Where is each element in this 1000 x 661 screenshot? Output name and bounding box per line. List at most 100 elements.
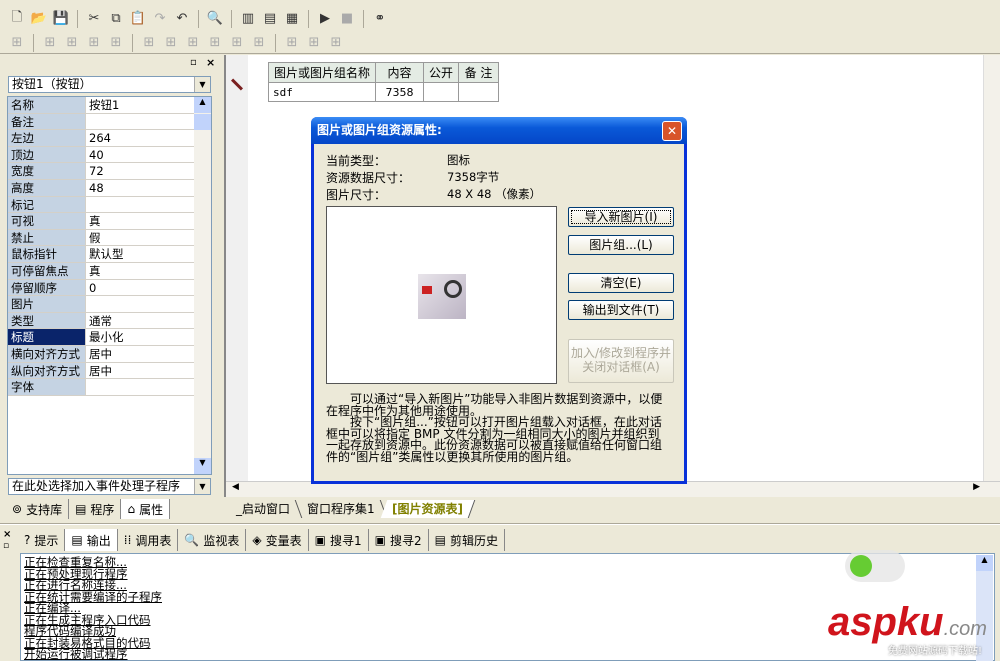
- tab-library[interactable]: ⊚ 支持库: [6, 499, 70, 519]
- property-row[interactable]: 类型 通常: [8, 312, 194, 330]
- center-v-icon[interactable]: ⊞: [162, 34, 180, 52]
- property-row[interactable]: 图片: [8, 296, 194, 313]
- event-select[interactable]: 在此处选择加入事件处理子程序 ▼: [8, 478, 211, 495]
- tab-bottom[interactable]: ◈ 变量表: [246, 529, 309, 551]
- scroll-thumb[interactable]: [194, 114, 211, 130]
- table-row[interactable]: sdf 7358: [268, 82, 499, 102]
- bottom-restore-button[interactable]: ▫: [3, 541, 9, 551]
- tab-window-assembly[interactable]: 窗口程序集1: [295, 500, 387, 518]
- undo-icon[interactable]: ↶: [173, 10, 191, 28]
- property-value[interactable]: [85, 296, 194, 312]
- tab-bottom[interactable]: ▤ 输出: [65, 529, 118, 551]
- property-value[interactable]: 真: [85, 213, 194, 229]
- align-grid-icon[interactable]: ⊞: [8, 34, 26, 52]
- tab-bottom[interactable]: 🔍 监视表: [178, 529, 247, 551]
- align-bottom-icon[interactable]: ⊞: [107, 34, 125, 52]
- property-value[interactable]: 默认型: [85, 246, 194, 262]
- copy-icon[interactable]: ⧉: [107, 10, 125, 28]
- align-left-icon[interactable]: ⊞: [41, 34, 59, 52]
- property-value[interactable]: 居中: [85, 346, 194, 362]
- tab-startup-window[interactable]: _启动窗口: [224, 500, 303, 518]
- same-top-icon[interactable]: ⊞: [184, 34, 202, 52]
- same-height-icon[interactable]: ⊞: [305, 34, 323, 52]
- property-row[interactable]: 可停留焦点真: [8, 263, 194, 280]
- tab-bottom[interactable]: ▣ 搜寻1: [309, 529, 369, 551]
- property-value[interactable]: 48: [85, 180, 194, 196]
- space-v-icon[interactable]: ⊞: [250, 34, 268, 52]
- open-folder-icon[interactable]: 📂: [30, 10, 48, 28]
- clear-button[interactable]: 清空(E): [568, 273, 674, 293]
- property-value[interactable]: 72: [85, 163, 194, 179]
- property-value[interactable]: 假: [85, 229, 194, 246]
- redo-icon[interactable]: ↷: [151, 10, 169, 28]
- same-width-icon[interactable]: ⊞: [283, 34, 301, 52]
- property-value[interactable]: 真: [85, 263, 194, 279]
- property-row[interactable]: 名称 按钮1: [8, 97, 194, 114]
- property-row[interactable]: 左边 264: [8, 130, 194, 147]
- tab-bottom[interactable]: ▣ 搜寻2: [369, 529, 429, 551]
- save-icon[interactable]: 💾: [52, 10, 70, 28]
- apply-close-button[interactable]: 加入/修改到程序并关闭对话框(A): [568, 339, 674, 383]
- property-scrollbar[interactable]: ▲ ▼: [194, 97, 211, 474]
- property-row[interactable]: 标记: [8, 196, 194, 214]
- align-top-icon[interactable]: ⊞: [85, 34, 103, 52]
- close-button[interactable]: ✕: [662, 121, 682, 141]
- property-value[interactable]: 居中: [85, 362, 194, 379]
- new-file-icon[interactable]: 🗋: [8, 10, 26, 28]
- import-image-button[interactable]: 导入新图片(I): [568, 207, 674, 227]
- cell-content[interactable]: 7358: [375, 82, 424, 102]
- component-select[interactable]: 按钮1（按钮） ▼: [8, 76, 211, 93]
- export-file-button[interactable]: 输出到文件(T): [568, 300, 674, 320]
- property-row[interactable]: 备注: [8, 113, 194, 131]
- property-row[interactable]: 鼠标指针 默认型: [8, 246, 194, 263]
- tab-image-resources[interactable]: [图片资源表]: [380, 500, 475, 518]
- property-row[interactable]: 标题 最小化: [8, 329, 194, 346]
- layout1-icon[interactable]: ▥: [239, 10, 257, 28]
- space-h-icon[interactable]: ⊞: [228, 34, 246, 52]
- property-row[interactable]: 停留顺序 0: [8, 279, 194, 297]
- property-row[interactable]: 字体: [8, 379, 194, 396]
- layout3-icon[interactable]: ▦: [283, 10, 301, 28]
- binoculars-icon[interactable]: ⚭: [371, 10, 389, 28]
- property-row[interactable]: 高度 48: [8, 180, 194, 197]
- property-value[interactable]: 最小化: [85, 329, 194, 345]
- tab-bottom[interactable]: ⁞⁞ 调用表: [118, 529, 179, 551]
- property-value[interactable]: [85, 379, 194, 395]
- property-value[interactable]: 通常: [85, 312, 194, 329]
- property-row[interactable]: 宽度 72: [8, 163, 194, 180]
- center-h-icon[interactable]: ⊞: [140, 34, 158, 52]
- image-group-button[interactable]: 图片组...(L): [568, 235, 674, 255]
- panel-close-button[interactable]: ×: [206, 56, 215, 69]
- property-row[interactable]: 可视真: [8, 213, 194, 230]
- align-right-icon[interactable]: ⊞: [63, 34, 81, 52]
- tab-program[interactable]: ▤ 程序: [69, 499, 122, 519]
- property-row[interactable]: 纵向对齐方式 居中: [8, 362, 194, 380]
- run-icon[interactable]: ▶: [316, 10, 334, 28]
- tab-bottom[interactable]: ? 提示: [18, 529, 66, 551]
- editor-vscrollbar[interactable]: [983, 55, 1000, 481]
- property-value[interactable]: 0: [85, 279, 194, 296]
- tab-properties[interactable]: ⌂ 属性: [121, 499, 171, 519]
- property-row[interactable]: 横向对齐方式 居中: [8, 346, 194, 363]
- tab-bottom[interactable]: ▤ 剪辑历史: [429, 529, 505, 551]
- property-row[interactable]: 顶边 40: [8, 146, 194, 164]
- property-value[interactable]: [85, 196, 194, 213]
- property-value[interactable]: [85, 113, 194, 130]
- cell-note[interactable]: [458, 82, 499, 102]
- property-value[interactable]: 264: [85, 130, 194, 146]
- property-value[interactable]: 按钮1: [85, 97, 194, 113]
- find-icon[interactable]: 🔍: [206, 10, 224, 28]
- same-size-icon[interactable]: ⊞: [327, 34, 345, 52]
- cell-public[interactable]: [423, 82, 459, 102]
- property-value[interactable]: 40: [85, 146, 194, 163]
- paste-icon[interactable]: 📋: [129, 10, 147, 28]
- panel-restore-button[interactable]: ▫: [190, 57, 197, 68]
- cut-icon[interactable]: ✂: [85, 10, 103, 28]
- cell-name[interactable]: sdf: [268, 82, 376, 102]
- bottom-close-button[interactable]: ×: [3, 529, 11, 540]
- layout2-icon[interactable]: ▤: [261, 10, 279, 28]
- property-row[interactable]: 禁止假: [8, 229, 194, 247]
- same-left-icon[interactable]: ⊞: [206, 34, 224, 52]
- chevron-down-icon[interactable]: ▼: [194, 479, 210, 494]
- chevron-down-icon[interactable]: ▼: [194, 77, 210, 92]
